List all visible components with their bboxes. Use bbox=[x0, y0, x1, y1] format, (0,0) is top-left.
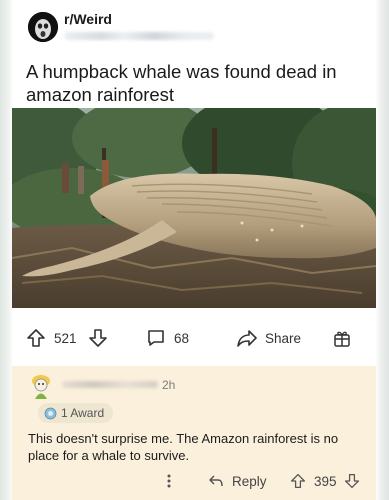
comments-button[interactable]: 68 bbox=[146, 320, 189, 356]
speech-bubble-icon bbox=[146, 328, 166, 348]
reply-label: Reply bbox=[232, 473, 267, 489]
arrow-down-icon bbox=[344, 473, 360, 489]
award-medal-icon bbox=[44, 407, 57, 420]
share-button[interactable]: Share bbox=[236, 320, 301, 356]
post-image[interactable] bbox=[12, 108, 376, 308]
comment-count: 68 bbox=[174, 330, 190, 346]
arrow-down-icon bbox=[88, 328, 108, 348]
arrow-up-icon bbox=[26, 328, 46, 348]
redacted-username bbox=[64, 32, 214, 40]
post-vote-count: 521 bbox=[54, 330, 77, 346]
post-action-bar: 521 68 Share bbox=[12, 320, 376, 356]
redacted-commenter-name bbox=[62, 381, 158, 388]
post-card: r/Weird A humpback whale was found dead … bbox=[12, 0, 376, 500]
commenter-avatar[interactable] bbox=[28, 372, 54, 400]
upvote-button[interactable] bbox=[26, 320, 46, 356]
subreddit-name[interactable]: r/Weird bbox=[64, 11, 112, 27]
award-button[interactable] bbox=[332, 320, 352, 356]
subreddit-avatar-icon[interactable] bbox=[28, 12, 58, 42]
comment-downvote-button[interactable] bbox=[344, 470, 360, 492]
comment-timestamp: 2h bbox=[162, 378, 176, 392]
post-title[interactable]: A humpback whale was found dead in amazo… bbox=[26, 60, 366, 106]
share-label: Share bbox=[265, 330, 302, 346]
more-vertical-icon bbox=[162, 471, 176, 491]
comment-more-button[interactable] bbox=[162, 470, 176, 492]
reply-icon bbox=[208, 473, 224, 489]
comment-vote-count: 395 bbox=[314, 473, 337, 489]
share-arrow-icon bbox=[236, 328, 258, 348]
reply-button[interactable]: Reply bbox=[208, 470, 267, 492]
award-badge[interactable]: 1 Award bbox=[38, 403, 114, 423]
comment-text: This doesn't surprise me. The Amazon rai… bbox=[28, 431, 339, 463]
arrow-up-icon bbox=[290, 473, 306, 489]
downvote-button[interactable] bbox=[88, 320, 108, 356]
comment-upvote-button[interactable]: 395 bbox=[290, 470, 337, 492]
gift-icon bbox=[332, 328, 352, 348]
comment-card: 2h 1 Award This doesn't surprise me. The… bbox=[12, 366, 376, 500]
award-label: 1 Award bbox=[61, 406, 105, 420]
comment-action-bar: Reply 395 bbox=[12, 470, 376, 492]
